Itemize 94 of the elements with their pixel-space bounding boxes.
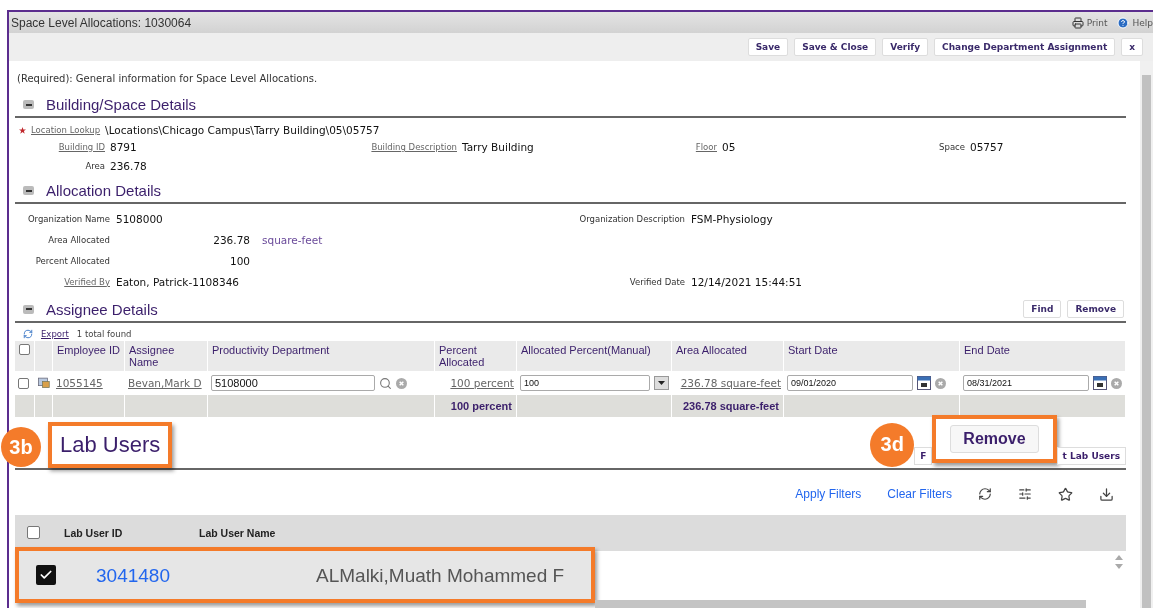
end-date-field[interactable]: 08/31/2021 — [963, 375, 1089, 391]
section-button[interactable]: Remove — [1067, 300, 1124, 318]
field-value: 8791 — [110, 141, 138, 153]
section-button[interactable]: Find — [1023, 300, 1062, 318]
field-value: Eaton, Patrick-1108346 — [116, 275, 239, 288]
total-cell: 100 percent — [435, 395, 517, 417]
field-label-link[interactable]: Verified By — [64, 276, 110, 287]
field-value: \Locations\Chicago Campus\Tarry Building\05\05757 — [105, 124, 380, 136]
header-link[interactable]: Help — [1117, 16, 1153, 29]
field-label-link[interactable]: Location Lookup — [31, 125, 101, 135]
field-value: 236.78 — [212, 233, 250, 246]
lab-user-name: ALMalki,Muath Mohammed F — [316, 564, 565, 587]
refresh-icon[interactable] — [978, 487, 992, 502]
table-cell — [35, 395, 53, 417]
filter-link[interactable]: Clear Filters — [887, 487, 952, 502]
percent-link[interactable]: 100 percent — [450, 377, 514, 389]
field-label: Area — [84, 161, 105, 171]
table-cell — [15, 395, 35, 417]
field-label: Space — [938, 142, 965, 152]
toolbar-button[interactable]: Change Department Assignment — [934, 38, 1116, 56]
printer-icon — [1071, 16, 1084, 29]
remove-button[interactable]: Remove — [950, 425, 1039, 453]
star-icon[interactable] — [1058, 486, 1073, 502]
area-link[interactable]: 236.78 square-feet — [680, 377, 781, 389]
result-count: 1 total found — [76, 329, 132, 339]
help-icon — [1117, 16, 1130, 29]
field-value: Tarry Building — [462, 141, 535, 153]
toolbar-button[interactable]: Save & Close — [794, 38, 877, 56]
field-label-link[interactable]: Floor — [687, 142, 717, 152]
settings-icon[interactable] — [1018, 487, 1032, 502]
start-date-field[interactable]: 09/01/2020 — [787, 375, 913, 391]
search-icon[interactable] — [379, 376, 392, 390]
window-title: Space Level Allocations: 1030064 — [11, 15, 193, 30]
select-all-checkbox[interactable] — [27, 526, 40, 540]
column-header: Start Date — [784, 341, 960, 371]
field-label-link[interactable]: Building ID — [15, 142, 105, 152]
refresh-icon — [23, 329, 33, 339]
field-label: Verified Date — [629, 276, 685, 287]
assignee-link[interactable]: Bevan,Mark D — [128, 377, 202, 389]
filter-link[interactable]: Apply Filters — [795, 487, 862, 502]
row-checkbox[interactable] — [18, 377, 29, 389]
collapse-icon[interactable] — [23, 186, 34, 195]
section-title: Lab Users — [48, 422, 173, 469]
collapse-icon[interactable] — [23, 100, 34, 109]
column-header: End Date — [960, 341, 1126, 371]
section-title: Assignee Details — [46, 300, 159, 318]
lab-user-id-link[interactable]: 3041480 — [96, 564, 316, 587]
section-title: Building/Space Details — [46, 96, 198, 113]
field-value: 236.78 — [110, 160, 148, 172]
lab-user-row[interactable]: 3041480 ALMalki,Muath Mohammed F — [15, 546, 595, 603]
field-value: 100 — [228, 254, 250, 267]
step-badge: 3b — [1, 427, 41, 467]
total-cell: 236.78 square-feet — [672, 395, 784, 417]
toolbar-button[interactable]: Save — [747, 38, 789, 56]
calendar-icon[interactable] — [1093, 376, 1107, 390]
collapse-icon[interactable] — [23, 304, 34, 314]
row-checkbox[interactable] — [36, 564, 56, 585]
step-badge: 3d — [870, 422, 915, 467]
column-header: Percent Allocated — [435, 341, 517, 371]
column-header: Productivity Department — [208, 341, 435, 371]
field-label: Area Allocated — [48, 234, 110, 245]
column-header: Lab User Name — [199, 526, 277, 539]
percent-field[interactable]: 100 — [520, 375, 650, 391]
export-link[interactable]: Export — [41, 329, 69, 339]
field-value: 05757 — [970, 141, 1005, 153]
column-header: Employee ID — [53, 341, 125, 371]
field-label: Percent Allocated — [35, 255, 110, 266]
department-field[interactable]: 5108000 — [211, 375, 375, 391]
select-all-checkbox[interactable] — [19, 344, 30, 355]
intro-text: (Required): General information for Space Level Allocations. — [17, 73, 319, 84]
record-icon[interactable] — [38, 376, 50, 390]
column-header: Assignee Name — [125, 341, 208, 371]
field-label: Organization Name — [27, 213, 110, 224]
calendar-icon[interactable] — [917, 376, 931, 390]
field-value: FSM-Physiology — [691, 212, 773, 225]
employee-link[interactable]: 1055145 — [56, 377, 103, 389]
toolbar-button[interactable]: x — [1121, 38, 1143, 56]
field-value: 12/14/2021 15:44:51 — [691, 275, 802, 288]
dropdown-icon[interactable] — [654, 376, 669, 390]
field-value: 05 — [722, 141, 737, 153]
section-button[interactable]: t Lab Users — [1056, 447, 1126, 466]
column-header: Allocated Percent(Manual) — [517, 341, 672, 371]
field-label: Organization Description — [579, 213, 685, 224]
table-cell — [53, 395, 125, 417]
column-header: Lab User ID — [64, 526, 124, 539]
toolbar-button[interactable]: Verify — [882, 38, 929, 56]
field-value: 5108000 — [116, 212, 163, 225]
section-button[interactable]: F — [914, 447, 933, 466]
header-link[interactable]: Print — [1071, 16, 1108, 29]
unit-text: square-feet — [262, 233, 323, 246]
column-header: Area Allocated — [672, 341, 784, 371]
section-title: Allocation Details — [46, 182, 163, 199]
field-label-link[interactable]: Building Description — [361, 142, 457, 152]
download-icon[interactable] — [1099, 486, 1114, 502]
